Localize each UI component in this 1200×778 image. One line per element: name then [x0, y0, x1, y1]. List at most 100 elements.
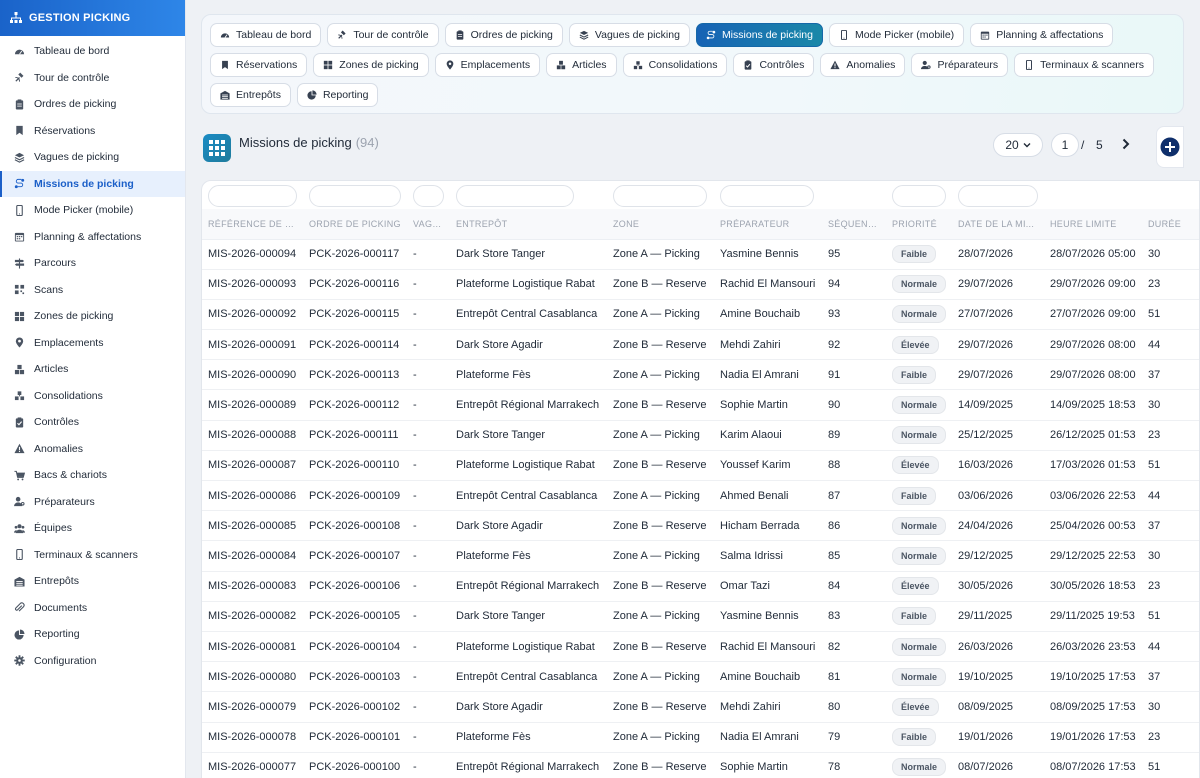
- cell-order[interactable]: PCK-2026-000100: [303, 752, 407, 778]
- sidebar-item-vagues-de-picking[interactable]: Vagues de picking: [0, 144, 185, 171]
- next-page-button[interactable]: [1116, 134, 1136, 154]
- cell-zone[interactable]: Zone B — Reserve: [607, 329, 714, 361]
- column-header[interactable]: ORDRE DE PICKING: [303, 209, 407, 240]
- cell-picker[interactable]: Nadia El Amrani: [714, 359, 822, 391]
- cell-warehouse[interactable]: Plateforme Fès: [450, 722, 607, 753]
- filter-reference-input[interactable]: [208, 185, 297, 207]
- cell-zone[interactable]: Zone B — Reserve: [607, 450, 714, 482]
- table-row[interactable]: MIS-2026-000078 PCK-2026-000101- Plateform…: [202, 722, 1199, 753]
- column-header[interactable]: ENTREPÔT: [450, 209, 607, 240]
- cell-zone[interactable]: Zone A — Picking: [607, 359, 714, 391]
- column-header[interactable]: HEURE LIMITE: [1044, 209, 1142, 240]
- cell-warehouse[interactable]: Entrepôt Régional Marrakech: [450, 389, 607, 421]
- sidebar-item-reporting[interactable]: Reporting: [0, 621, 185, 648]
- cell-reference[interactable]: MIS-2026-000089: [202, 389, 303, 421]
- cell-picker[interactable]: Hicham Berrada: [714, 510, 822, 542]
- cell-picker[interactable]: Sophie Martin: [714, 389, 822, 421]
- cell-zone[interactable]: Zone A — Picking: [607, 239, 714, 270]
- sidebar-item-entrepots[interactable]: Entrepôts: [0, 568, 185, 595]
- filter-date-input[interactable]: [958, 185, 1038, 207]
- cell-warehouse[interactable]: Dark Store Agadir: [450, 329, 607, 361]
- filter-priority-input[interactable]: [892, 185, 946, 207]
- cell-order[interactable]: PCK-2026-000112: [303, 389, 407, 421]
- column-header[interactable]: SÉQUENCE: [822, 209, 886, 240]
- sidebar-item-consolidations[interactable]: Consolidations: [0, 383, 185, 410]
- cell-reference[interactable]: MIS-2026-000093: [202, 269, 303, 300]
- table-row[interactable]: MIS-2026-000090 PCK-2026-000113- Plateform…: [202, 359, 1199, 391]
- cell-warehouse[interactable]: Entrepôt Central Casablanca: [450, 480, 607, 512]
- cell-order[interactable]: PCK-2026-000102: [303, 691, 407, 723]
- cell-warehouse[interactable]: Plateforme Fès: [450, 540, 607, 572]
- app-brand[interactable]: GESTION PICKING: [0, 0, 185, 36]
- sidebar-item-missions-de-picking[interactable]: Missions de picking: [0, 170, 185, 197]
- column-header[interactable]: PRIORITÉ: [886, 209, 952, 240]
- cell-reference[interactable]: MIS-2026-000090: [202, 359, 303, 391]
- cell-picker[interactable]: Karim Alaoui: [714, 420, 822, 451]
- cell-zone[interactable]: Zone B — Reserve: [607, 752, 714, 778]
- table-row[interactable]: MIS-2026-000084 PCK-2026-000107- Plateform…: [202, 540, 1199, 572]
- sidebar-item-parcours[interactable]: Parcours: [0, 250, 185, 277]
- tab-reservations[interactable]: Réservations: [210, 53, 308, 77]
- table-row[interactable]: MIS-2026-000079 PCK-2026-000102- Dark Stor…: [202, 691, 1199, 723]
- tab-controles[interactable]: Contrôles: [733, 53, 815, 77]
- sidebar-item-preparateurs[interactable]: Préparateurs: [0, 489, 185, 516]
- cell-zone[interactable]: Zone A — Picking: [607, 722, 714, 753]
- filter-order-input[interactable]: [309, 185, 401, 207]
- table-row[interactable]: MIS-2026-000085 PCK-2026-000108- Dark Stor…: [202, 510, 1199, 542]
- cell-reference[interactable]: MIS-2026-000084: [202, 540, 303, 572]
- cell-reference[interactable]: MIS-2026-000086: [202, 480, 303, 512]
- filter-wave-input[interactable]: [413, 185, 444, 207]
- cell-reference[interactable]: MIS-2026-000081: [202, 631, 303, 663]
- cell-zone[interactable]: Zone B — Reserve: [607, 571, 714, 602]
- current-page-input[interactable]: 1: [1051, 133, 1079, 157]
- cell-order[interactable]: PCK-2026-000115: [303, 299, 407, 331]
- table-row[interactable]: MIS-2026-000086 PCK-2026-000109- Entrepôt …: [202, 480, 1199, 512]
- cell-warehouse[interactable]: Dark Store Tanger: [450, 420, 607, 451]
- tab-reporting[interactable]: Reporting: [296, 83, 379, 107]
- cell-reference[interactable]: MIS-2026-000082: [202, 601, 303, 632]
- sidebar-item-controles[interactable]: Contrôles: [0, 409, 185, 436]
- cell-order[interactable]: PCK-2026-000101: [303, 722, 407, 753]
- sidebar-item-zones-de-picking[interactable]: Zones de picking: [0, 303, 185, 330]
- cell-reference[interactable]: MIS-2026-000083: [202, 571, 303, 602]
- cell-reference[interactable]: MIS-2026-000088: [202, 420, 303, 451]
- tab-ordres-de-picking[interactable]: Ordres de picking: [444, 23, 563, 47]
- cell-zone[interactable]: Zone B — Reserve: [607, 631, 714, 663]
- filter-warehouse-input[interactable]: [456, 185, 574, 207]
- cell-reference[interactable]: MIS-2026-000080: [202, 661, 303, 693]
- sidebar-item-anomalies[interactable]: Anomalies: [0, 436, 185, 463]
- cell-reference[interactable]: MIS-2026-000085: [202, 510, 303, 542]
- sidebar-item-documents[interactable]: Documents: [0, 595, 185, 622]
- cell-reference[interactable]: MIS-2026-000092: [202, 299, 303, 331]
- cell-warehouse[interactable]: Dark Store Agadir: [450, 510, 607, 542]
- cell-reference[interactable]: MIS-2026-000091: [202, 329, 303, 361]
- tab-articles[interactable]: Articles: [546, 53, 617, 77]
- cell-order[interactable]: PCK-2026-000117: [303, 239, 407, 270]
- sidebar-item-articles[interactable]: Articles: [0, 356, 185, 383]
- cell-order[interactable]: PCK-2026-000111: [303, 420, 407, 451]
- cell-zone[interactable]: Zone B — Reserve: [607, 510, 714, 542]
- sidebar-item-equipes[interactable]: Équipes: [0, 515, 185, 542]
- cell-order[interactable]: PCK-2026-000113: [303, 359, 407, 391]
- table-row[interactable]: MIS-2026-000091 PCK-2026-000114- Dark Stor…: [202, 329, 1199, 361]
- cell-zone[interactable]: Zone A — Picking: [607, 661, 714, 693]
- table-row[interactable]: MIS-2026-000087 PCK-2026-000110- Plateform…: [202, 450, 1199, 482]
- cell-zone[interactable]: Zone B — Reserve: [607, 389, 714, 421]
- cell-order[interactable]: PCK-2026-000110: [303, 450, 407, 482]
- cell-warehouse[interactable]: Dark Store Tanger: [450, 239, 607, 270]
- cell-order[interactable]: PCK-2026-000114: [303, 329, 407, 361]
- sidebar-item-planning-affectations[interactable]: Planning & affectations: [0, 224, 185, 251]
- cell-zone[interactable]: Zone A — Picking: [607, 420, 714, 451]
- tab-tour-de-controle[interactable]: Tour de contrôle: [327, 23, 439, 47]
- sidebar-item-scans[interactable]: Scans: [0, 277, 185, 304]
- cell-warehouse[interactable]: Plateforme Fès: [450, 359, 607, 391]
- sidebar-item-ordres-de-picking[interactable]: Ordres de picking: [0, 91, 185, 118]
- sidebar-item-emplacements[interactable]: Emplacements: [0, 330, 185, 357]
- table-row[interactable]: MIS-2026-000077 PCK-2026-000100- Entrepôt …: [202, 752, 1199, 778]
- tab-planning-affectations[interactable]: Planning & affectations: [970, 23, 1114, 47]
- tab-tableau-de-bord[interactable]: Tableau de bord: [210, 23, 322, 47]
- table-row[interactable]: MIS-2026-000089 PCK-2026-000112- Entrepôt …: [202, 389, 1199, 421]
- cell-zone[interactable]: Zone A — Picking: [607, 601, 714, 632]
- cell-order[interactable]: PCK-2026-000106: [303, 571, 407, 602]
- column-header[interactable]: DURÉE: [1142, 209, 1199, 240]
